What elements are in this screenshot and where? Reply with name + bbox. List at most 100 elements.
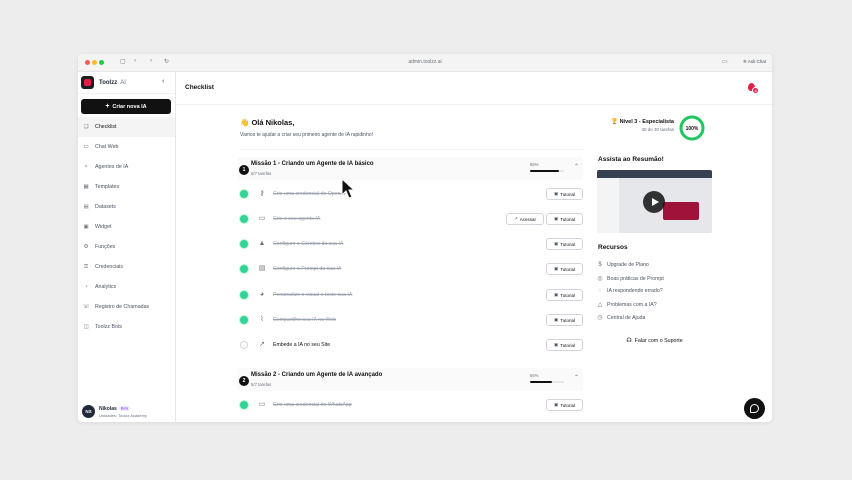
resource-label: IA respondendo errado? — [607, 288, 663, 294]
task-row: ⚷ Crie uma credencial do OpenAI ▣ Tutoria… — [239, 182, 585, 207]
notification-count: 4 — [752, 87, 759, 94]
sidebar-item-label: Agentes de IA — [95, 164, 129, 170]
sidebar-item-registro[interactable]: ☏ Registro de Chamadas — [78, 297, 175, 317]
task-row: ▭ Crie uma credencial do WhatsApp ▣ Tutor… — [239, 393, 585, 418]
brand-name: Toolzz — [99, 79, 118, 86]
mission-progress-bar — [530, 381, 564, 383]
sidebar-item-funcoes[interactable]: ⚙ Funções — [78, 237, 175, 257]
sidebar-item-chat-web[interactable]: ▭ Chat Web — [78, 137, 175, 157]
dataset-icon: ▤ — [83, 204, 89, 210]
chat-icon: ▭ — [258, 401, 266, 408]
task-done-check[interactable] — [240, 190, 248, 198]
resource-link[interactable]: △ Problemas com a IA? — [596, 301, 657, 309]
resource-link[interactable]: ◷ Central de Ajuda — [596, 314, 646, 322]
tutorial-button[interactable]: ▣ Tutorial — [546, 213, 583, 225]
tutorial-button[interactable]: ▣ Tutorial — [546, 238, 583, 250]
sidebar-item-widget[interactable]: ▣ Widget — [78, 217, 175, 237]
mission-number: 1 — [239, 165, 249, 175]
page-title: Checklist — [185, 84, 214, 91]
task-done-check[interactable] — [240, 265, 248, 273]
task-label: Crie o seu agente IA — [273, 216, 321, 222]
message-icon: ◌ — [598, 288, 602, 294]
notifications-button[interactable]: 4 — [747, 83, 759, 95]
sidebar-item-label: Checklist — [95, 124, 117, 130]
greeting-text: Olá Nikolas, — [251, 118, 295, 127]
task-row: ▤ Configure o Prompt da sua IA ▣ Tutorial — [239, 257, 585, 282]
task-done-check[interactable] — [240, 316, 248, 324]
play-icon: ▣ — [553, 402, 559, 407]
palette-icon: ◕ — [259, 290, 265, 298]
play-icon: ▣ — [553, 292, 559, 297]
task-label: Configure o Cérebro da sua IA — [273, 241, 344, 247]
resource-link[interactable]: ◌ IA respondendo errado? — [596, 288, 663, 294]
chat-icon: ▭ — [258, 215, 266, 222]
task-done-check[interactable] — [240, 291, 248, 299]
sidebar-item-toolzz-bots[interactable]: ◫ Toolzz Bots — [78, 317, 175, 337]
chat-fab-button[interactable] — [744, 398, 765, 419]
level-progress-label: 100% — [686, 126, 699, 132]
tutorial-button[interactable]: ▣ Tutorial — [546, 339, 583, 351]
tutorial-button[interactable]: ▣ Tutorial — [546, 188, 583, 200]
tutorial-label: Tutorial — [560, 292, 576, 298]
help-icon: ◷ — [597, 315, 603, 321]
task-done-check[interactable] — [240, 215, 248, 223]
task-label: Embede a IA no seu Site — [273, 342, 331, 348]
sidebar-item-analytics[interactable]: ◔ Analytics — [78, 277, 175, 297]
task-done-check[interactable] — [240, 240, 248, 248]
access-button[interactable]: ↗ Acessar — [506, 213, 544, 225]
link-icon: ⌇ — [260, 316, 264, 323]
resource-link[interactable]: $ Upgrade de Plano — [596, 262, 649, 268]
sidebar-item-templates[interactable]: ▦ Templates — [78, 177, 175, 197]
resource-label: Central de Ajuda — [607, 314, 646, 321]
create-ia-button[interactable]: + Criar nova IA — [81, 99, 171, 114]
ask-chat-button[interactable]: ✲ Ask Chat — [743, 59, 766, 65]
play-icon: ▣ — [553, 317, 559, 322]
sidebar-item-datasets[interactable]: ▤ Datasets — [78, 197, 175, 217]
mission-subtitle: 6/7 tarefas — [251, 171, 272, 176]
mouse-cursor-icon — [341, 178, 355, 199]
extension-icon[interactable]: ▭ — [722, 58, 728, 65]
mission-header[interactable]: 1 Missão 1 - Criando um Agente de IA bás… — [237, 157, 583, 180]
mission-percent: 85% — [530, 162, 539, 167]
sidebar-item-checklist[interactable]: ❏ Checklist — [78, 117, 175, 137]
task-done-check[interactable] — [240, 401, 248, 409]
key-icon: ⚿ — [83, 263, 89, 270]
greeting-title: 👋 Olá Nikolas, — [240, 118, 294, 127]
resources-title: Recursos — [598, 244, 628, 251]
chevron-up-icon[interactable]: ⌃ — [574, 163, 579, 170]
sidebar-item-label: Templates — [95, 184, 120, 190]
address-bar[interactable]: admin.toolzz.ai — [78, 59, 772, 65]
plus-icon: + — [105, 103, 110, 110]
create-ia-label: Criar nova IA — [112, 103, 147, 110]
collapse-sidebar-icon[interactable]: ‹ — [162, 78, 164, 85]
video-thumbnail[interactable] — [597, 170, 712, 233]
brand-suffix: AI — [120, 79, 126, 86]
document-icon: ▤ — [258, 265, 266, 272]
mission-title: Missão 2 - Criando um Agente de IA avanç… — [251, 372, 383, 378]
external-link-icon: ↗ — [513, 216, 518, 221]
tutorial-button[interactable]: ▣ Tutorial — [546, 314, 583, 326]
resource-link[interactable]: ◎ Boas práticas de Prompt — [596, 275, 663, 283]
task-todo-check[interactable] — [240, 341, 248, 349]
mission-header[interactable]: 2 Missão 2 - Criando um Agente de IA ava… — [237, 368, 583, 391]
sidebar-item-label: Funções — [95, 244, 116, 250]
warning-icon: △ — [597, 302, 603, 308]
ask-chat-label: Ask Chat — [747, 59, 766, 64]
browser-titlebar: ▢ ‹ › ↻ admin.toolzz.ai ▭ ✲ Ask Chat — [78, 54, 772, 72]
sidebar-item-agentes[interactable]: ✧ Agentes de IA — [78, 157, 175, 177]
play-icon: ▣ — [553, 241, 559, 246]
play-icon[interactable] — [643, 191, 665, 213]
tutorial-button[interactable]: ▣ Tutorial — [546, 289, 583, 301]
mission-progress-fill — [530, 381, 553, 383]
chat-bubble-icon — [750, 404, 759, 413]
sidebar-item-credenciais[interactable]: ⚿ Credenciais — [78, 257, 175, 277]
chevron-up-icon[interactable]: ⌃ — [574, 374, 579, 381]
support-button[interactable]: ☊ Falar com o Suporte — [597, 332, 712, 349]
tutorial-button[interactable]: ▣ Tutorial — [546, 263, 583, 275]
tutorial-button[interactable]: ▣ Tutorial — [546, 399, 583, 411]
play-icon: ▣ — [553, 191, 559, 196]
widget-icon: ▣ — [83, 224, 89, 230]
user-profile[interactable]: NS Nikolas Beta Unidades: Toolzz Academy — [82, 405, 147, 418]
task-row: ▭ Crie o seu agente IA ↗ Acessar ▣ Tutoria… — [239, 207, 585, 232]
sidebar-item-label: Widget — [95, 224, 112, 230]
